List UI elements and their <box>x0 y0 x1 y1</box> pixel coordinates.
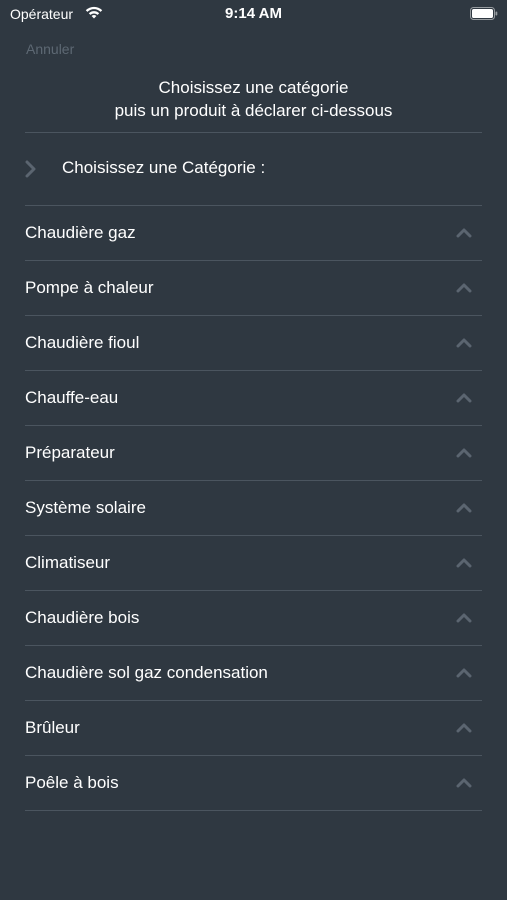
category-selector[interactable]: Choisissez une Catégorie : <box>25 150 482 190</box>
chevron-up-icon <box>456 723 472 733</box>
instruction-text: Choisissez une catégorie puis un produit… <box>0 76 507 122</box>
chevron-up-icon <box>456 228 472 238</box>
instruction-line-2: puis un produit à déclarer ci-dessous <box>114 101 393 120</box>
category-selector-label: Choisissez une Catégorie : <box>62 158 266 177</box>
category-item[interactable]: Préparateur <box>25 426 482 481</box>
category-list: Chaudière gaz Pompe à chaleur Chaudière fi… <box>25 206 482 811</box>
chevron-up-icon <box>456 613 472 623</box>
chevron-up-icon <box>456 393 472 403</box>
divider <box>25 132 482 133</box>
category-item[interactable]: Chauffe-eau <box>25 371 482 426</box>
chevron-up-icon <box>456 448 472 458</box>
instruction-line-1: Choisissez une catégorie <box>158 78 349 97</box>
chevron-up-icon <box>456 283 472 293</box>
category-item-label: Chauffe-eau <box>25 388 119 407</box>
chevron-up-icon <box>456 778 472 788</box>
status-bar: Opérateur 9:14 AM <box>0 0 507 28</box>
category-item-label: Système solaire <box>25 498 146 517</box>
category-item[interactable]: Pompe à chaleur <box>25 261 482 316</box>
category-item[interactable]: Climatiseur <box>25 536 482 591</box>
category-item-label: Chaudière sol gaz condensation <box>25 663 268 682</box>
category-item-label: Climatiseur <box>25 553 111 572</box>
category-item[interactable]: Brûleur <box>25 701 482 756</box>
category-item-label: Poêle à bois <box>25 773 119 792</box>
category-item-label: Préparateur <box>25 443 115 462</box>
category-item[interactable]: Chaudière bois <box>25 591 482 646</box>
category-item-label: Chaudière fioul <box>25 333 140 352</box>
category-item-label: Chaudière bois <box>25 608 140 627</box>
clock: 9:14 AM <box>225 5 282 22</box>
category-item[interactable]: Chaudière fioul <box>25 316 482 371</box>
chevron-up-icon <box>456 338 472 348</box>
battery-icon <box>470 7 498 20</box>
category-item-label: Brûleur <box>25 718 80 737</box>
chevron-up-icon <box>456 668 472 678</box>
category-item-label: Pompe à chaleur <box>25 278 154 297</box>
chevron-up-icon <box>456 558 472 568</box>
category-item[interactable]: Système solaire <box>25 481 482 536</box>
category-item[interactable]: Chaudière gaz <box>25 206 482 261</box>
cancel-button[interactable]: Annuler <box>26 41 74 57</box>
category-item[interactable]: Poêle à bois <box>25 756 482 811</box>
chevron-up-icon <box>456 503 472 513</box>
category-item[interactable]: Chaudière sol gaz condensation <box>25 646 482 701</box>
category-item-label: Chaudière gaz <box>25 223 136 242</box>
chevron-right-icon <box>25 160 36 178</box>
